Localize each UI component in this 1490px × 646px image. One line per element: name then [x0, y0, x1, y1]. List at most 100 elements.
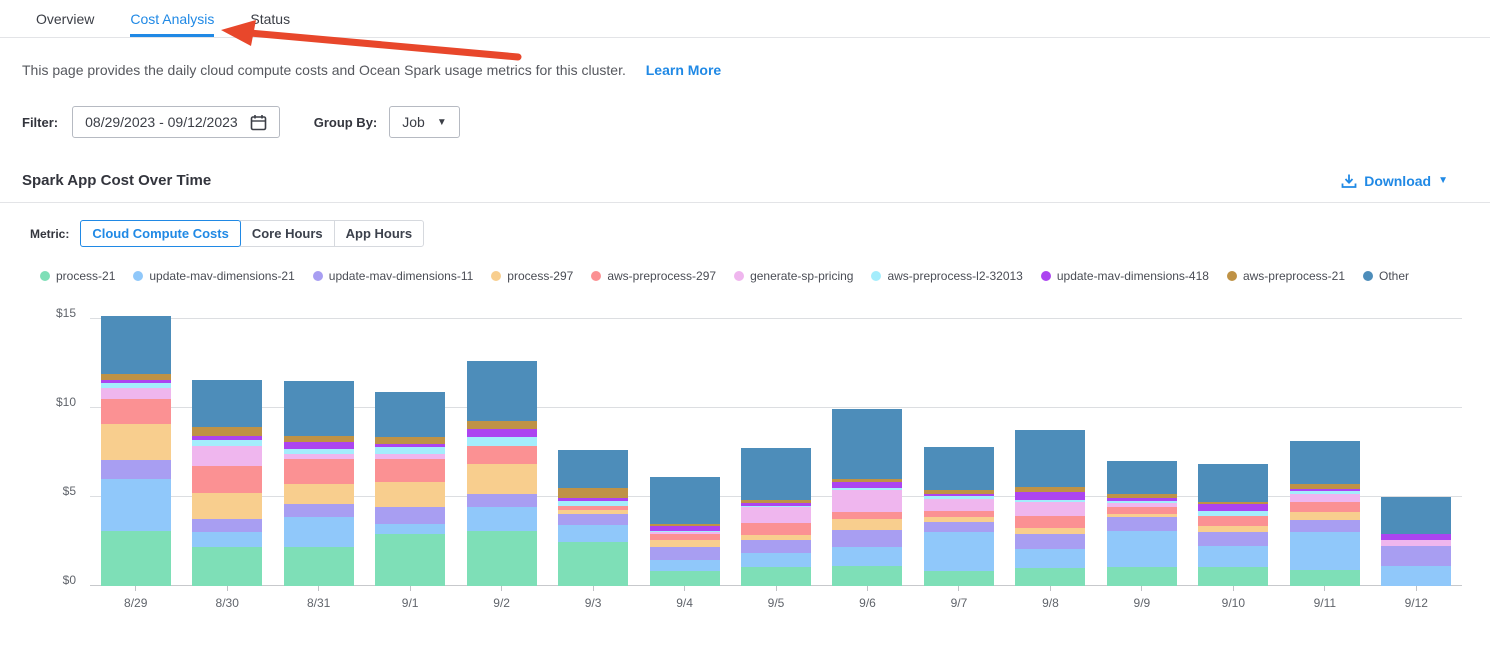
stacked-bar-8/30[interactable] — [192, 380, 262, 586]
bar-segment-Other[interactable] — [741, 448, 811, 500]
bar-segment-process-297[interactable] — [192, 493, 262, 519]
bar-segment-aws-preprocess-297[interactable] — [101, 399, 171, 424]
bar-segment-process-21[interactable] — [924, 571, 994, 586]
tab-cost-analysis[interactable]: Cost Analysis — [130, 11, 214, 37]
stacked-bar-9/8[interactable] — [1015, 430, 1085, 586]
bar-segment-process-21[interactable] — [375, 534, 445, 586]
bar-segment-update-mav-dimensions-11[interactable] — [1015, 534, 1085, 548]
bar-segment-aws-preprocess-297[interactable] — [1107, 507, 1177, 514]
bar-segment-update-mav-dimensions-21[interactable] — [284, 517, 354, 547]
bar-segment-aws-preprocess-297[interactable] — [284, 459, 354, 484]
bar-segment-update-mav-dimensions-11[interactable] — [101, 460, 171, 480]
learn-more-link[interactable]: Learn More — [646, 62, 721, 78]
bar-segment-Other[interactable] — [1015, 430, 1085, 487]
bar-segment-Other[interactable] — [101, 316, 171, 374]
bar-segment-process-21[interactable] — [1198, 567, 1268, 586]
bar-segment-update-mav-dimensions-11[interactable] — [558, 514, 628, 525]
bar-segment-update-mav-dimensions-11[interactable] — [924, 522, 994, 532]
bar-segment-aws-preprocess-297[interactable] — [832, 512, 902, 519]
bar-segment-aws-preprocess-297[interactable] — [192, 466, 262, 494]
bar-segment-process-21[interactable] — [1290, 570, 1360, 586]
bar-segment-Other[interactable] — [467, 361, 537, 422]
bar-segment-update-mav-dimensions-21[interactable] — [558, 525, 628, 542]
metric-app-hours-button[interactable]: App Hours — [334, 220, 424, 247]
bar-segment-process-21[interactable] — [467, 531, 537, 586]
metric-core-hours-button[interactable]: Core Hours — [240, 220, 335, 247]
bar-segment-process-21[interactable] — [192, 547, 262, 586]
stacked-bar-9/2[interactable] — [467, 361, 537, 586]
bar-segment-Other[interactable] — [1198, 464, 1268, 501]
download-button[interactable]: Download ▼ — [1341, 173, 1448, 189]
bar-segment-update-mav-dimensions-21[interactable] — [1015, 549, 1085, 569]
bar-segment-update-mav-dimensions-11[interactable] — [1290, 520, 1360, 532]
bar-segment-generate-sp-pricing[interactable] — [1290, 494, 1360, 502]
bar-segment-update-mav-dimensions-418[interactable] — [284, 442, 354, 449]
bar-segment-process-21[interactable] — [650, 571, 720, 586]
bar-segment-process-297[interactable] — [650, 540, 720, 547]
stacked-bar-9/11[interactable] — [1290, 441, 1360, 586]
bar-segment-Other[interactable] — [375, 392, 445, 437]
bar-segment-Other[interactable] — [1107, 461, 1177, 494]
bar-segment-aws-preprocess-297[interactable] — [375, 459, 445, 482]
bar-segment-process-21[interactable] — [1015, 568, 1085, 586]
bar-segment-generate-sp-pricing[interactable] — [101, 388, 171, 399]
bar-segment-Other[interactable] — [924, 447, 994, 490]
bar-segment-update-mav-dimensions-21[interactable] — [924, 532, 994, 571]
stacked-bar-9/4[interactable] — [650, 477, 720, 586]
bar-segment-aws-preprocess-l2-32013[interactable] — [375, 447, 445, 454]
bar-segment-process-297[interactable] — [101, 424, 171, 460]
bar-segment-update-mav-dimensions-21[interactable] — [1290, 532, 1360, 570]
metric-cloud-compute-costs-button[interactable]: Cloud Compute Costs — [80, 220, 241, 247]
bar-segment-Other[interactable] — [832, 409, 902, 478]
bar-segment-update-mav-dimensions-11[interactable] — [375, 507, 445, 524]
stacked-bar-9/10[interactable] — [1198, 464, 1268, 586]
bar-segment-aws-preprocess-297[interactable] — [741, 523, 811, 536]
bar-segment-update-mav-dimensions-11[interactable] — [1107, 517, 1177, 530]
stacked-bar-9/6[interactable] — [832, 409, 902, 586]
bar-segment-Other[interactable] — [650, 477, 720, 523]
bar-segment-generate-sp-pricing[interactable] — [192, 446, 262, 466]
bar-segment-update-mav-dimensions-11[interactable] — [1381, 546, 1451, 567]
bar-segment-process-21[interactable] — [558, 542, 628, 587]
bar-segment-aws-preprocess-297[interactable] — [467, 446, 537, 464]
bar-segment-update-mav-dimensions-21[interactable] — [192, 532, 262, 547]
bar-segment-process-297[interactable] — [375, 482, 445, 507]
bar-segment-update-mav-dimensions-21[interactable] — [375, 524, 445, 535]
bar-segment-update-mav-dimensions-11[interactable] — [1198, 532, 1268, 546]
tab-status[interactable]: Status — [250, 11, 290, 37]
bar-segment-aws-preprocess-21[interactable] — [467, 421, 537, 429]
bar-segment-update-mav-dimensions-11[interactable] — [192, 519, 262, 532]
bar-segment-update-mav-dimensions-11[interactable] — [284, 504, 354, 517]
bar-segment-process-297[interactable] — [832, 519, 902, 530]
bar-segment-process-21[interactable] — [741, 567, 811, 586]
bar-segment-aws-preprocess-21[interactable] — [558, 488, 628, 498]
bar-segment-Other[interactable] — [192, 380, 262, 426]
bar-segment-update-mav-dimensions-21[interactable] — [101, 479, 171, 531]
bar-segment-update-mav-dimensions-21[interactable] — [1381, 566, 1451, 586]
bar-segment-process-297[interactable] — [467, 464, 537, 494]
bar-segment-update-mav-dimensions-418[interactable] — [467, 429, 537, 437]
stacked-bar-8/31[interactable] — [284, 381, 354, 586]
bar-segment-process-21[interactable] — [284, 547, 354, 586]
bar-segment-Other[interactable] — [284, 381, 354, 436]
stacked-bar-9/7[interactable] — [924, 447, 994, 586]
bar-segment-update-mav-dimensions-21[interactable] — [832, 547, 902, 567]
stacked-bar-9/5[interactable] — [741, 448, 811, 586]
bar-segment-Other[interactable] — [1381, 497, 1451, 534]
bar-segment-process-21[interactable] — [1107, 567, 1177, 586]
bar-segment-update-mav-dimensions-11[interactable] — [467, 494, 537, 507]
date-range-picker[interactable]: 08/29/2023 - 09/12/2023 — [72, 106, 280, 138]
bar-segment-aws-preprocess-21[interactable] — [192, 427, 262, 436]
bar-segment-generate-sp-pricing[interactable] — [1015, 502, 1085, 516]
bar-segment-process-297[interactable] — [1290, 512, 1360, 520]
stacked-bar-9/9[interactable] — [1107, 461, 1177, 586]
bar-segment-update-mav-dimensions-21[interactable] — [1198, 546, 1268, 567]
bar-segment-Other[interactable] — [1290, 441, 1360, 484]
bar-segment-update-mav-dimensions-21[interactable] — [1107, 531, 1177, 568]
group-by-select[interactable]: Job ▼ — [389, 106, 459, 138]
bar-segment-update-mav-dimensions-11[interactable] — [832, 530, 902, 547]
bar-segment-update-mav-dimensions-418[interactable] — [1015, 492, 1085, 500]
bar-segment-process-297[interactable] — [284, 484, 354, 505]
bar-segment-aws-preprocess-l2-32013[interactable] — [467, 437, 537, 446]
bar-segment-process-21[interactable] — [101, 531, 171, 586]
